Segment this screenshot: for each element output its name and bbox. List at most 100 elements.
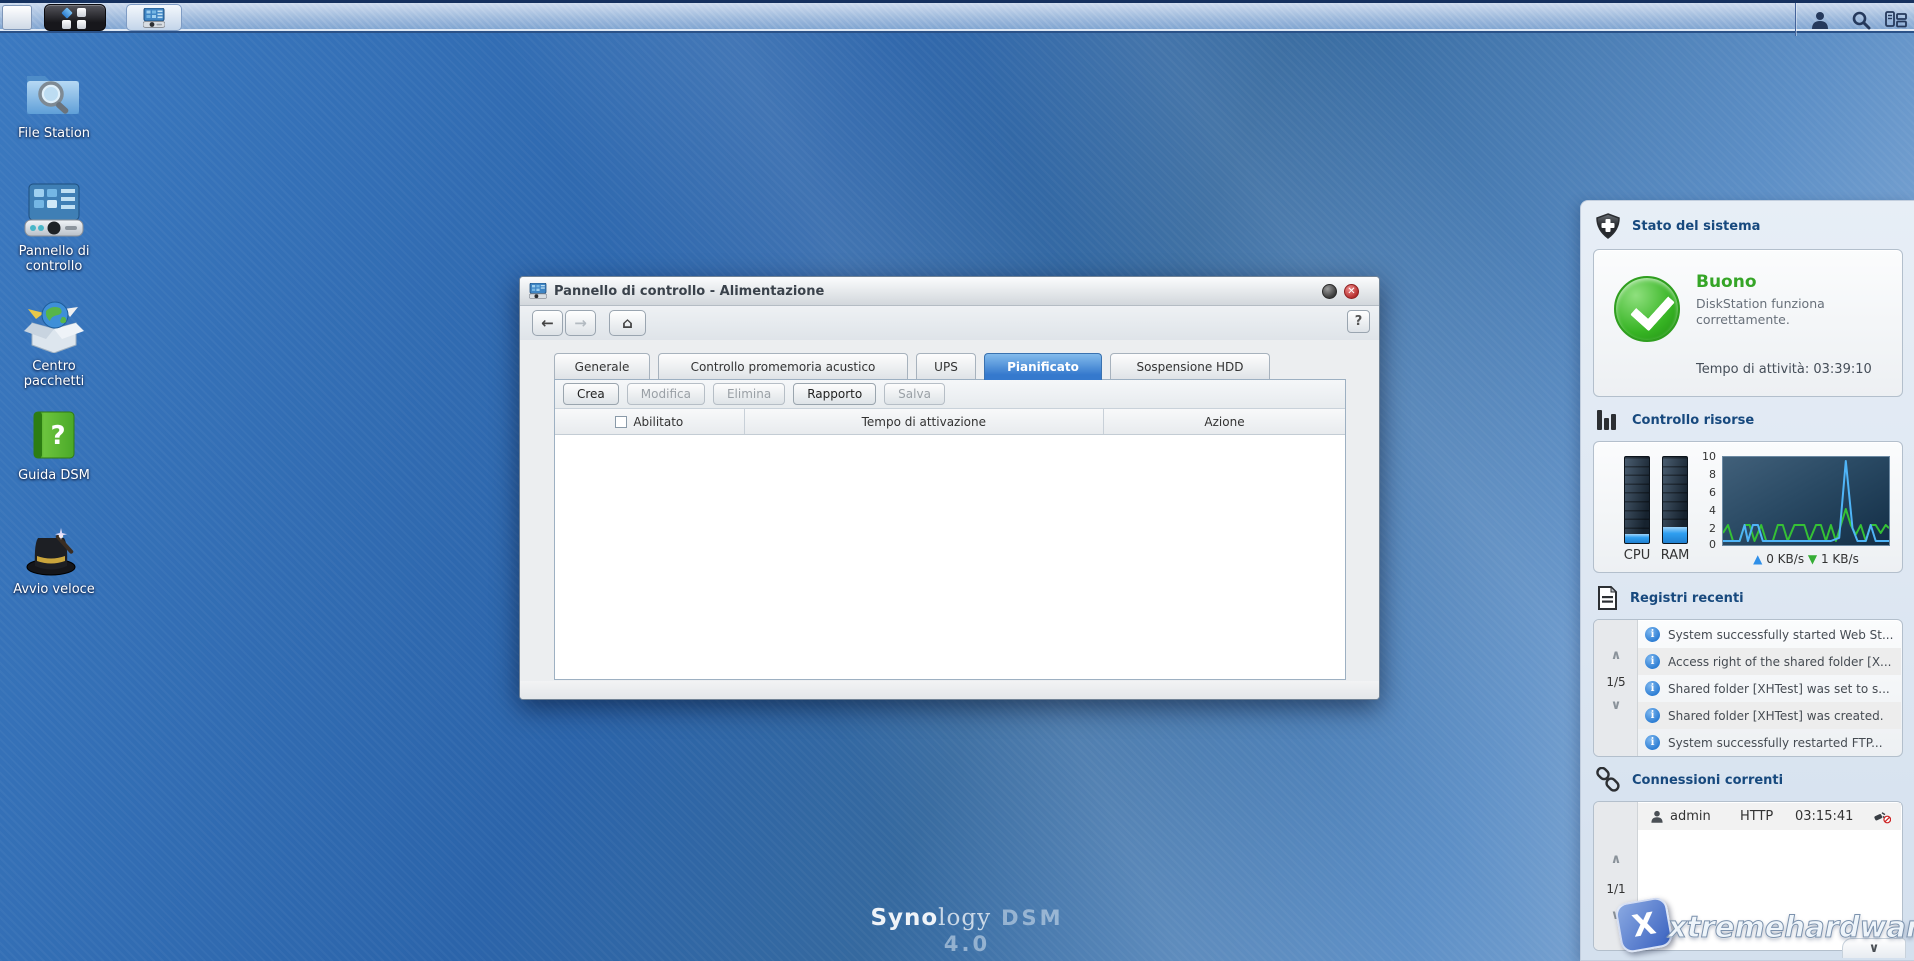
tab-ups[interactable]: UPS	[916, 353, 976, 379]
shield-icon	[1596, 213, 1620, 239]
salva-button[interactable]: Salva	[884, 383, 945, 405]
section-title: Connessioni correnti	[1632, 772, 1784, 788]
section-title: Registri recenti	[1630, 590, 1744, 606]
log-entry[interactable]: i Shared folder [XHTest] was set to s...	[1638, 675, 1901, 702]
link-icon	[1596, 767, 1620, 792]
taskbar	[0, 0, 1914, 36]
main-menu-button[interactable]	[44, 4, 106, 31]
tab-generale[interactable]: Generale	[554, 353, 650, 379]
section-title: Controllo risorse	[1632, 412, 1755, 428]
desktop-icon-label: Avvio veloce	[13, 582, 95, 597]
info-icon: i	[1645, 708, 1660, 723]
log-list: i System successfully started Web St... i…	[1638, 621, 1901, 755]
info-icon: i	[1645, 654, 1660, 669]
desktop-icon-dsm-help[interactable]: ? Guida DSM	[2, 404, 106, 483]
tab-strip: Generale Controllo promemoria acustico U…	[554, 353, 1346, 380]
network-traffic-graph	[1722, 456, 1890, 546]
crea-button[interactable]: Crea	[563, 383, 619, 405]
taskbar-item-control-panel[interactable]	[126, 4, 182, 31]
widgets-icon	[1885, 10, 1907, 27]
column-tempo-di-attivazione[interactable]: Tempo di attivazione	[745, 409, 1105, 434]
system-health-widget: Stato del sistema Buono DiskStation funz…	[1580, 200, 1914, 961]
cpu-label: CPU	[1623, 548, 1651, 563]
green-help-book-icon: ?	[2, 404, 106, 462]
download-arrow-icon: ▼	[1807, 552, 1818, 566]
tab-sospensione-hdd[interactable]: Sospensione HDD	[1110, 353, 1270, 379]
control-panel-mini-icon	[143, 7, 165, 28]
search-icon	[1852, 11, 1871, 29]
magic-hat-icon	[2, 518, 106, 576]
y-tick: 8	[1709, 468, 1716, 481]
tab-content-panel: Crea Modifica Elimina Rapporto Salva Abi…	[554, 379, 1346, 680]
home-button[interactable]: ⌂	[609, 310, 646, 336]
forward-button[interactable]: →	[565, 310, 596, 336]
xtremehardware-watermark: xtremehardware.it	[1668, 910, 1914, 945]
section-title: Stato del sistema	[1632, 218, 1761, 234]
window-titlebar[interactable]: Pannello di controllo - Alimentazione ✕	[520, 277, 1379, 306]
logs-page-up-chevron[interactable]: ∧	[1594, 648, 1638, 663]
user-icon	[1812, 11, 1828, 29]
desktop-icon-control-panel[interactable]: Pannello di controllo	[2, 180, 106, 274]
widgets-button[interactable]	[1880, 3, 1912, 36]
y-tick: 4	[1709, 504, 1716, 517]
bar-chart-icon	[1597, 410, 1616, 430]
connection-row[interactable]: admin HTTP 03:15:41	[1638, 803, 1901, 830]
status-state: Buono	[1696, 272, 1757, 292]
log-entry[interactable]: i Access right of the shared folder [X...	[1638, 648, 1901, 675]
rapporto-button[interactable]: Rapporto	[793, 383, 877, 405]
tab-controllo-promemoria-acustico[interactable]: Controllo promemoria acustico	[658, 353, 908, 379]
close-button[interactable]: ✕	[1344, 284, 1359, 299]
log-entry[interactable]: i System successfully restarted FTP...	[1638, 729, 1901, 756]
ram-label: RAM	[1660, 548, 1690, 563]
connection-protocol: HTTP	[1740, 809, 1774, 824]
svg-text:?: ?	[50, 421, 65, 451]
desktop-icon-label: File Station	[17, 126, 91, 141]
desktop-icon-file-station[interactable]: File Station	[2, 62, 106, 141]
taskbar-separator	[1795, 3, 1796, 36]
desktop-icon-package-center[interactable]: Centro pacchetti	[2, 295, 106, 389]
info-icon: i	[1645, 735, 1660, 750]
log-document-icon	[1598, 585, 1618, 610]
disconnect-icon[interactable]	[1873, 809, 1891, 824]
y-tick: 0	[1709, 538, 1716, 551]
status-good-check-icon	[1614, 276, 1680, 342]
package-box-globe-icon	[2, 295, 106, 353]
elimina-button[interactable]: Elimina	[712, 383, 786, 405]
tab-pianificato[interactable]: Pianificato	[984, 353, 1102, 380]
connections-page-up-chevron[interactable]: ∧	[1594, 852, 1638, 867]
desktop-icon-label: Guida DSM	[18, 468, 90, 483]
user-menu-button[interactable]	[1798, 3, 1842, 36]
select-all-checkbox[interactable]	[615, 415, 628, 428]
recent-logs-box: ∧ 1/5 ∨ i System successfully started Web…	[1593, 619, 1903, 757]
help-button[interactable]: ?	[1347, 310, 1370, 333]
y-tick: 2	[1709, 522, 1716, 535]
minimize-button[interactable]	[1322, 284, 1337, 299]
connections-page-indicator: 1/1	[1606, 882, 1626, 896]
system-status-box: Buono DiskStation funziona correttamente…	[1593, 249, 1903, 397]
upload-rate: 0 KB/s	[1766, 552, 1805, 566]
log-entry[interactable]: i Shared folder [XHTest] was created.	[1638, 702, 1901, 729]
desktop-icon-quick-start[interactable]: Avvio veloce	[2, 518, 106, 597]
back-button[interactable]: ←	[532, 310, 563, 336]
logs-page-down-chevron[interactable]: ∨	[1594, 698, 1638, 713]
traffic-labels: ▲ 0 KB/s ▼ 1 KB/s	[1712, 552, 1900, 566]
search-button[interactable]	[1842, 3, 1880, 36]
column-abilitato[interactable]: Abilitato	[555, 409, 745, 434]
log-entry[interactable]: i System successfully started Web St...	[1638, 621, 1901, 648]
window-title: Pannello di controllo - Alimentazione	[554, 283, 825, 299]
resource-monitor-box: CPU RAM 10 8 6 4 2 0 ▲ 0 KB/s ▼ 1 KB/s	[1593, 441, 1903, 573]
cpu-meter	[1624, 456, 1650, 544]
modifica-button[interactable]: Modifica	[626, 383, 705, 405]
upload-arrow-icon: ▲	[1753, 552, 1763, 566]
window-nav-row: ← → ⌂	[520, 306, 1379, 340]
section-recent-logs: Registri recenti	[1595, 585, 1744, 611]
window-footer	[520, 681, 1379, 699]
column-azione[interactable]: Azione	[1104, 409, 1345, 434]
table-body-empty[interactable]	[555, 435, 1345, 679]
download-rate: 1 KB/s	[1820, 552, 1859, 566]
connection-user: admin	[1670, 809, 1711, 824]
window-icon	[529, 283, 547, 299]
info-icon: i	[1645, 627, 1660, 642]
logs-pager: ∧ 1/5 ∨	[1594, 620, 1638, 756]
show-desktop-button[interactable]	[2, 5, 32, 30]
